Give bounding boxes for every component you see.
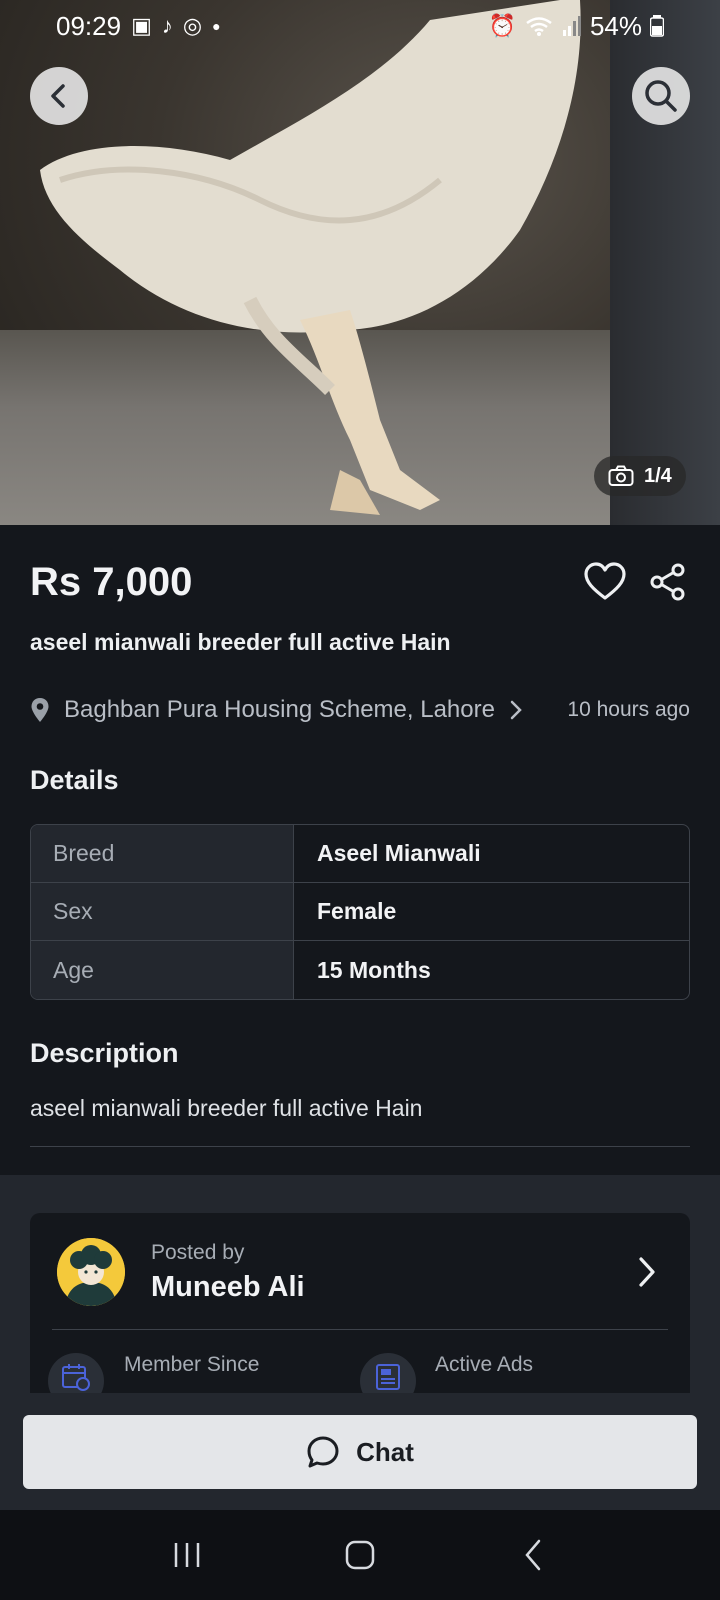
dot-icon: ● (212, 18, 221, 34)
status-bar: 09:29 ▣ ♪ ◎ ● ⏰ 54% (0, 0, 720, 52)
battery-icon (650, 15, 664, 37)
favorite-button[interactable] (583, 562, 627, 602)
price: Rs 7,000 (30, 560, 193, 604)
details-value: Female (317, 898, 397, 924)
chevron-left-icon (51, 84, 65, 108)
calendar-icon (62, 1364, 90, 1391)
gallery-icon: ▣ (131, 13, 152, 38)
details-key: Age (31, 941, 294, 999)
search-button[interactable] (632, 67, 690, 125)
status-right: ⏰ 54% (489, 11, 664, 42)
details-key: Sex (31, 883, 294, 940)
chicken-photo (40, 0, 581, 515)
action-bar: Chat (0, 1393, 720, 1510)
chevron-right-icon (639, 1257, 655, 1287)
battery-percent: 54% (589, 10, 642, 41)
status-left: 09:29 ▣ ♪ ◎ ● (56, 11, 221, 42)
share-icon (650, 563, 685, 601)
active-ads-label: Active Ads (435, 1353, 534, 1376)
avatar[interactable] (57, 1238, 125, 1306)
recent-apps-icon (174, 1543, 199, 1567)
search-icon (645, 80, 677, 112)
posted-time: 10 hours ago (567, 698, 690, 721)
share-button[interactable] (648, 562, 688, 602)
photo-counter-text: 1/4 (644, 464, 672, 487)
divider (30, 1146, 690, 1147)
chevron-right-icon (510, 700, 522, 720)
ad-icon (376, 1364, 400, 1390)
camera-icon (608, 465, 634, 486)
avatar-icon (57, 1238, 125, 1306)
home-icon (345, 1540, 375, 1570)
wifi-icon (526, 17, 552, 36)
back-button[interactable] (30, 67, 88, 125)
member-since-label: Member Since (124, 1353, 260, 1376)
system-back-button[interactable] (503, 1525, 563, 1585)
home-button[interactable] (330, 1525, 390, 1585)
recent-apps-button[interactable] (157, 1525, 217, 1585)
details-heading: Details (30, 765, 119, 795)
details-row: Sex Female (31, 883, 689, 941)
seller-card[interactable]: Posted by Muneeb Ali Member Since Active… (30, 1213, 690, 1413)
signal-icon (562, 16, 581, 36)
chat-bubble-icon (307, 1436, 339, 1468)
back-arrow-icon (525, 1539, 541, 1571)
details-row: Age 15 Months (31, 941, 689, 999)
details-key: Breed (31, 825, 294, 882)
chat-button[interactable]: Chat (23, 1415, 697, 1489)
details-value: 15 Months (317, 956, 431, 983)
description-text: aseel mianwali breeder full active Hain (30, 1095, 423, 1121)
tiktok-icon: ♪ (161, 13, 173, 38)
chat-label: Chat (356, 1436, 414, 1467)
listing-title: aseel mianwali breeder full active Hain (30, 629, 451, 655)
seller-section: Posted by Muneeb Ali Member Since Active… (0, 1175, 720, 1413)
location-pin-icon (31, 698, 49, 722)
details-value: Aseel Mianwali (317, 840, 481, 866)
clock: 09:29 (56, 10, 122, 41)
listing-content: Rs 7,000 aseel mianwali breeder full act… (0, 525, 720, 1175)
description-heading: Description (30, 1038, 179, 1068)
location-link[interactable]: Baghban Pura Housing Scheme, Lahore 10 h… (30, 692, 690, 728)
location-text: Baghban Pura Housing Scheme, Lahore (64, 696, 495, 723)
posted-by-label: Posted by (151, 1241, 245, 1264)
details-row: Breed Aseel Mianwali (31, 825, 689, 883)
divider (52, 1329, 668, 1330)
details-table: Breed Aseel Mianwali Sex Female Age 15 M… (30, 824, 690, 1000)
seller-name: Muneeb Ali (151, 1271, 305, 1303)
listing-photo[interactable]: 09:29 ▣ ♪ ◎ ● ⏰ 54% 1/4 (0, 0, 720, 525)
heart-icon (584, 562, 626, 600)
sync-icon: ◎ (182, 13, 203, 38)
photo-counter: 1/4 (594, 456, 686, 496)
alarm-icon: ⏰ (488, 13, 516, 38)
system-nav-bar (0, 1510, 720, 1600)
